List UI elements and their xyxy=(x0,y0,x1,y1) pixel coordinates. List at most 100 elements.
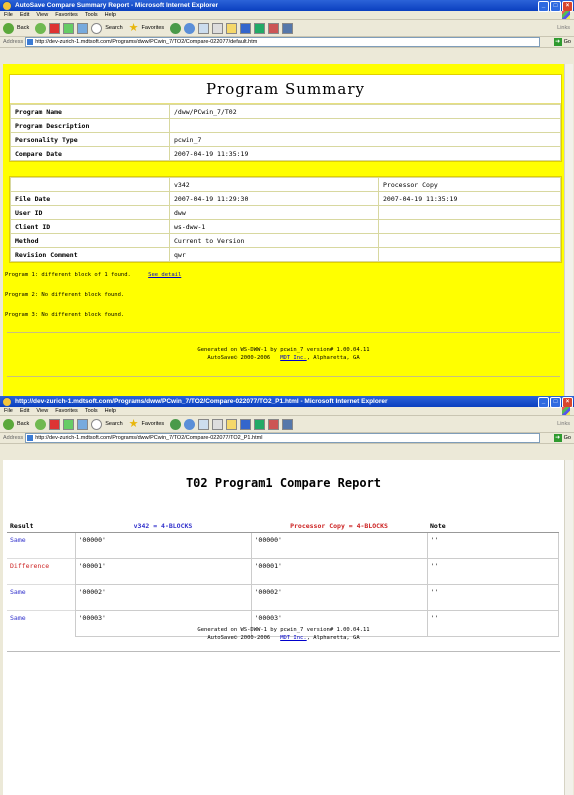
favorites-star-icon[interactable]: ★ xyxy=(129,23,139,34)
folder-icon[interactable] xyxy=(226,22,238,34)
folder-icon[interactable] xyxy=(226,418,238,430)
menu-favorites[interactable]: Favorites xyxy=(55,408,78,414)
table-row: Compare Date 2007-04-19 11:35:19 xyxy=(10,146,561,161)
print-icon[interactable] xyxy=(212,418,224,430)
tool-icon[interactable] xyxy=(282,22,294,34)
program-name-value: /dww/PCwin_7/T02 xyxy=(169,104,561,119)
program-description-value xyxy=(169,118,561,133)
search-icon[interactable] xyxy=(91,22,103,34)
result-header: Result xyxy=(7,520,75,533)
result-cell: Same xyxy=(7,532,75,559)
url-input[interactable]: http://dev-zurich-1.mdtsoft.com/Programs… xyxy=(25,433,541,443)
search-icon[interactable] xyxy=(91,418,103,430)
refresh-icon[interactable] xyxy=(63,418,75,430)
page-viewport[interactable]: Program Summary Program Name/dww/PCwin_7… xyxy=(3,64,564,396)
menu-edit[interactable]: Edit xyxy=(20,408,29,414)
menu-tools[interactable]: Tools xyxy=(85,12,98,18)
favorites-button[interactable]: Favorites xyxy=(142,25,165,31)
method-copy xyxy=(378,233,561,248)
table-header-row: Result v342 = 4-BLOCKS Processor Copy = … xyxy=(7,520,559,533)
menu-bar: File Edit View Favorites Tools Help xyxy=(0,407,574,416)
search-button[interactable]: Search xyxy=(105,421,122,427)
table-row: Method Current to Version xyxy=(10,233,561,248)
version-cell: '00001' xyxy=(74,558,252,585)
messenger-icon[interactable] xyxy=(254,22,266,34)
back-arrow-icon[interactable] xyxy=(3,22,14,34)
table-header-row: v342 Processor Copy xyxy=(10,177,561,192)
revision-comment-label: Revision Comment xyxy=(10,247,170,262)
divider xyxy=(7,376,560,377)
edit-icon[interactable] xyxy=(240,22,252,34)
menu-view[interactable]: View xyxy=(36,408,48,414)
url-text: http://dev-zurich-1.mdtsoft.com/Programs… xyxy=(35,39,258,45)
media-icon[interactable] xyxy=(170,418,182,430)
result-cell: Same xyxy=(7,584,75,611)
messenger-icon[interactable] xyxy=(254,418,266,430)
menu-help[interactable]: Help xyxy=(105,12,116,18)
stop-icon[interactable] xyxy=(49,22,61,34)
page-icon xyxy=(27,435,34,441)
forward-arrow-icon[interactable] xyxy=(35,418,47,430)
company-link[interactable]: MDT Inc. xyxy=(280,635,307,641)
links-button[interactable]: Links xyxy=(557,25,570,31)
home-icon[interactable] xyxy=(77,22,89,34)
title-bar[interactable]: http://dev-zurich-1.mdtsoft.com/Programs… xyxy=(0,396,574,408)
table-row: Difference '00001' '00001' '' xyxy=(7,558,559,585)
research-icon[interactable] xyxy=(268,22,280,34)
research-icon[interactable] xyxy=(268,418,280,430)
ie-logo-icon xyxy=(2,0,12,11)
address-bar: Address http://dev-zurich-1.mdtsoft.com/… xyxy=(0,433,574,444)
forward-arrow-icon[interactable] xyxy=(35,22,47,34)
menu-favorites[interactable]: Favorites xyxy=(55,12,78,18)
go-button[interactable]: ➜ Go xyxy=(553,38,571,46)
menu-tools[interactable]: Tools xyxy=(85,408,98,414)
table-row: File Date 2007-04-19 11:29:30 2007-04-19 1… xyxy=(10,191,561,206)
vertical-scrollbar[interactable] xyxy=(564,460,573,795)
menu-edit[interactable]: Edit xyxy=(20,12,29,18)
compare-report-table: Result v342 = 4-BLOCKS Processor Copy = … xyxy=(7,520,559,637)
favorites-star-icon[interactable]: ★ xyxy=(129,419,139,430)
home-icon[interactable] xyxy=(77,418,89,430)
table-row: User ID dww xyxy=(10,205,561,220)
edit-icon[interactable] xyxy=(240,418,252,430)
program-summary-box: Program Summary Program Name/dww/PCwin_7… xyxy=(9,74,562,162)
user-id-copy xyxy=(378,205,561,220)
back-button[interactable]: Back xyxy=(17,421,29,427)
version-header: v342 = 4-BLOCKS xyxy=(75,520,251,533)
table-row: Program Description xyxy=(10,118,561,133)
compare-info-table: v342 Processor Copy File Date 2007-04-19 … xyxy=(10,177,561,262)
mail-icon[interactable] xyxy=(198,418,210,430)
history-icon[interactable] xyxy=(184,418,196,430)
company-link[interactable]: MDT Inc. xyxy=(280,355,307,361)
mail-icon[interactable] xyxy=(198,22,210,34)
menu-file[interactable]: File xyxy=(4,408,13,414)
url-input[interactable]: http://dev-zurich-1.mdtsoft.com/Programs… xyxy=(25,37,541,47)
back-arrow-icon[interactable] xyxy=(3,418,14,430)
see-detail-link[interactable]: See detail xyxy=(148,272,181,278)
table-row: Same '00000' '00000' '' xyxy=(7,532,559,559)
menu-help[interactable]: Help xyxy=(105,408,116,414)
refresh-icon[interactable] xyxy=(63,22,75,34)
table-row: Personality Type pcwin_7 xyxy=(10,132,561,147)
page-viewport[interactable]: T02 Program1 Compare Report Result v342 … xyxy=(3,460,564,795)
search-button[interactable]: Search xyxy=(105,25,122,31)
version-header: v342 xyxy=(169,177,379,192)
title-bar[interactable]: AutoSave Compare Summary Report - Micros… xyxy=(0,0,574,12)
favorites-button[interactable]: Favorites xyxy=(142,421,165,427)
media-icon[interactable] xyxy=(170,22,182,34)
links-button[interactable]: Links xyxy=(557,421,570,427)
back-button[interactable]: Back xyxy=(17,25,29,31)
file-date-version: 2007-04-19 11:29:30 xyxy=(169,191,379,206)
client-id-label: Client ID xyxy=(10,219,170,234)
menu-view[interactable]: View xyxy=(36,12,48,18)
compare-date-value: 2007-04-19 11:35:19 xyxy=(169,146,561,161)
copyright-text: AutoSave© 2000-2006 xyxy=(207,355,271,361)
history-icon[interactable] xyxy=(184,22,196,34)
stop-icon[interactable] xyxy=(49,418,61,430)
menu-file[interactable]: File xyxy=(4,12,13,18)
print-icon[interactable] xyxy=(212,22,224,34)
go-button[interactable]: ➜ Go xyxy=(553,434,571,442)
vertical-scrollbar[interactable] xyxy=(564,64,573,396)
program-1-result: Program 1: different block of 1 found. S… xyxy=(5,272,181,278)
tool-icon[interactable] xyxy=(282,418,294,430)
